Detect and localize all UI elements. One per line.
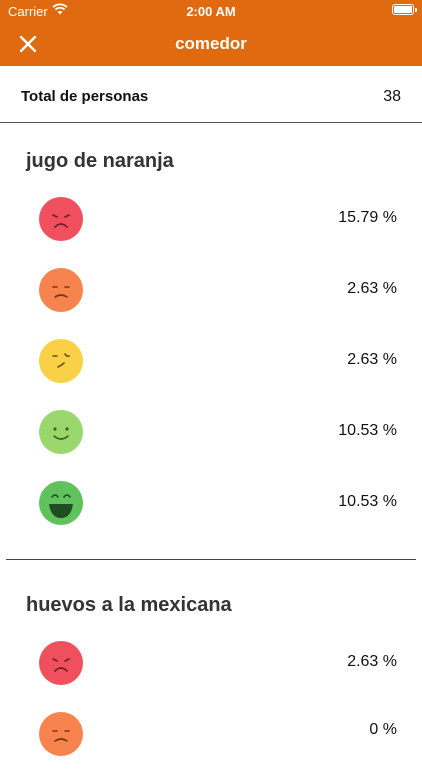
page-title: comedor [175,34,247,53]
neutral-face-icon [39,339,83,383]
rating-row: 2.63 % [0,267,422,338]
section-title: huevos a la mexicana [26,594,232,616]
question-section: jugo de naranja 15.79 % 2.63 % 2.63 % 10… [0,123,422,560]
rating-row: 15.79 % [0,196,422,267]
very-sad-face-icon [39,197,83,241]
rating-row: 0 % [0,711,422,782]
rating-percentage: 10.53 % [338,422,397,439]
rating-row: 2.63 % [0,640,422,711]
rating-percentage: 0 % [369,721,397,738]
total-label: Total de personas [21,88,149,105]
total-value: 38 [383,88,401,105]
big-smile-face-icon [39,481,83,525]
rating-percentage: 2.63 % [347,280,397,297]
question-section: huevos a la mexicana 2.63 % 0 % [0,560,422,756]
rating-row: 10.53 % [0,480,422,551]
rating-row: 10.53 % [0,409,422,480]
rating-percentage: 15.79 % [338,209,397,226]
rating-row: 2.63 % [0,338,422,409]
rating-percentage: 2.63 % [347,351,397,368]
sad-face-icon [39,268,83,312]
clock: 2:00 AM [186,4,236,19]
section-title: jugo de naranja [26,150,174,172]
very-sad-face-icon [39,641,83,685]
rating-percentage: 10.53 % [338,493,397,510]
rating-percentage: 2.63 % [347,653,397,670]
total-row: Total de personas 38 [0,66,422,123]
navigation-bar: comedor [0,22,422,66]
sad-face-icon [39,712,83,756]
battery-icon [392,4,417,15]
status-bar: Carrier 2:00 AM [0,0,422,22]
smile-face-icon [39,410,83,454]
